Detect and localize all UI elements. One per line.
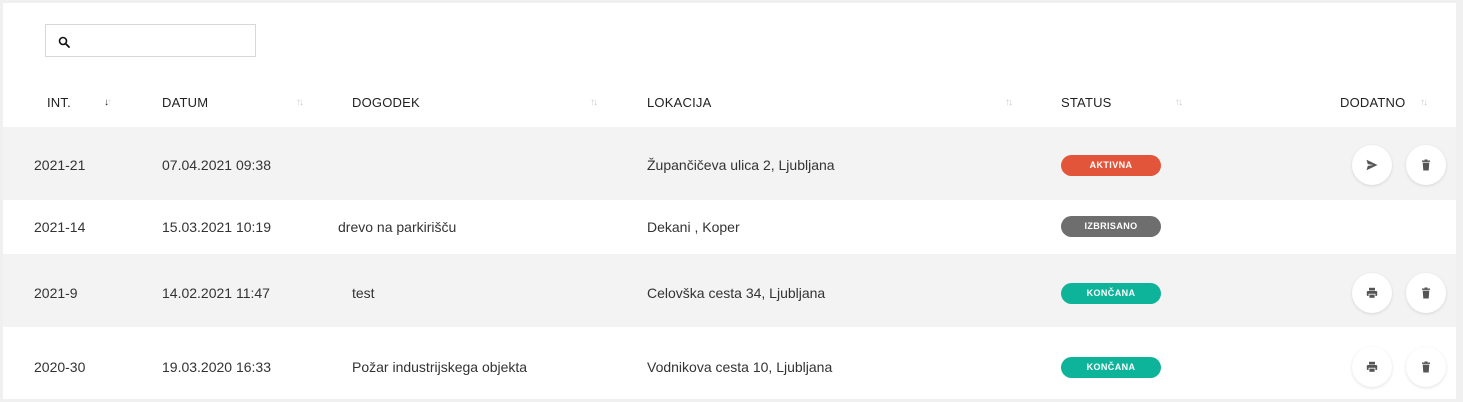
cell-int: 2021-14	[34, 219, 86, 235]
table-row[interactable]: 2021-9 14.02.2021 11:47 test Celovška ce…	[3, 254, 1456, 327]
column-header-dogodek[interactable]: DOGODEK	[352, 95, 420, 110]
cell-lokacija: Župančičeva ulica 2, Ljubljana	[647, 157, 835, 173]
status-badge: KONČANA	[1061, 283, 1161, 304]
cell-int: 2021-9	[34, 285, 78, 301]
sort-icon[interactable]: ↑↓	[590, 97, 598, 108]
cell-int: 2020-30	[34, 359, 86, 375]
cell-dogodek: drevo na parkirišču	[338, 219, 457, 235]
sort-desc-icon[interactable]: ↓↑	[104, 97, 112, 108]
send-icon	[1366, 159, 1378, 171]
trash-icon	[1422, 159, 1430, 171]
search-input[interactable]	[76, 25, 255, 58]
sort-icon[interactable]: ↑↓	[1420, 97, 1428, 108]
column-header-lokacija[interactable]: LOKACIJA	[647, 95, 711, 110]
print-icon	[1366, 361, 1378, 373]
column-header-dodatno[interactable]: DODATNO	[1340, 95, 1405, 110]
status-badge: KONČANA	[1061, 357, 1161, 378]
send-button[interactable]	[1352, 145, 1392, 185]
sort-icon[interactable]: ↑↓	[1175, 97, 1183, 108]
trash-icon	[1422, 361, 1430, 373]
cell-dogodek: Požar industrijskega objekta	[352, 359, 528, 375]
cell-datum: 07.04.2021 09:38	[162, 157, 271, 173]
table-row[interactable]: 2020-30 19.03.2020 16:33 Požar industrij…	[3, 327, 1456, 399]
print-icon	[1366, 287, 1378, 299]
delete-button[interactable]	[1406, 273, 1446, 313]
search-icon	[58, 36, 70, 48]
trash-icon	[1422, 287, 1430, 299]
cell-datum: 15.03.2021 10:19	[162, 219, 271, 235]
cell-lokacija: Celovška cesta 34, Ljubljana	[647, 285, 826, 301]
sort-icon[interactable]: ↑↓	[296, 97, 304, 108]
table-row[interactable]: 2021-21 07.04.2021 09:38 Župančičeva uli…	[3, 127, 1456, 200]
column-header-datum[interactable]: DATUM	[162, 95, 208, 110]
cell-lokacija: Dekani , Koper	[647, 219, 740, 235]
delete-button[interactable]	[1406, 145, 1446, 185]
events-card: INT. ↓↑ DATUM ↑↓ DOGODEK ↑↓ LOKACIJA ↑↓ …	[3, 3, 1456, 399]
cell-dogodek: test	[352, 285, 375, 301]
print-button[interactable]	[1352, 273, 1392, 313]
cell-datum: 14.02.2021 11:47	[162, 285, 270, 301]
status-badge: IZBRISANO	[1061, 216, 1161, 237]
cell-int: 2021-21	[34, 157, 86, 173]
column-header-status[interactable]: STATUS	[1061, 95, 1112, 110]
print-button[interactable]	[1352, 347, 1392, 387]
status-badge: AKTIVNA	[1061, 155, 1161, 176]
cell-lokacija: Vodnikova cesta 10, Ljubljana	[647, 359, 833, 375]
table-row[interactable]: 2021-14 15.03.2021 10:19 drevo na parkir…	[3, 200, 1456, 254]
column-header-int[interactable]: INT.	[47, 95, 71, 110]
delete-button[interactable]	[1406, 347, 1446, 387]
table-header: INT. ↓↑ DATUM ↑↓ DOGODEK ↑↓ LOKACIJA ↑↓ …	[3, 83, 1456, 127]
search-box[interactable]	[45, 24, 256, 58]
cell-datum: 19.03.2020 16:33	[162, 359, 271, 375]
sort-icon[interactable]: ↑↓	[1005, 97, 1013, 108]
